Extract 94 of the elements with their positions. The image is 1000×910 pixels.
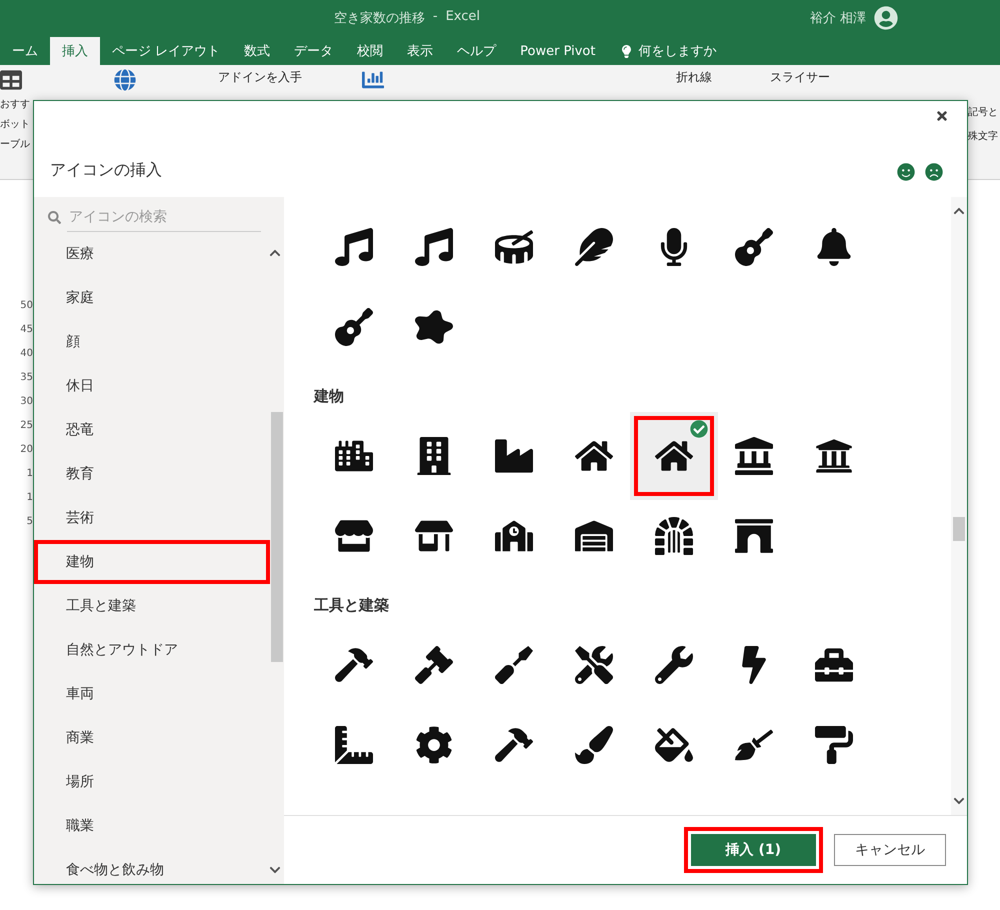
guitar-icon <box>735 228 773 266</box>
ribbon-tab[interactable]: ページ レイアウト <box>100 37 232 65</box>
category-item[interactable]: 場所 <box>34 760 266 804</box>
get-addins-button[interactable]: アドインを入手 <box>218 69 348 86</box>
axis-label: 45 <box>20 324 33 335</box>
ruler-icon <box>335 726 373 764</box>
insert-button[interactable]: 挿入 (1) <box>690 834 816 866</box>
scroll-up-icon[interactable] <box>953 205 965 217</box>
cancel-button[interactable]: キャンセル <box>834 834 946 866</box>
scrollbar-thumb[interactable] <box>271 412 283 662</box>
slicer-button[interactable]: スライサー <box>770 69 920 86</box>
scroll-down-icon[interactable] <box>269 864 281 876</box>
hammer-icon <box>495 726 533 764</box>
feather-icon <box>575 228 613 266</box>
axis-label: 5 <box>26 516 33 527</box>
category-item[interactable]: 食べ物と飲み物 <box>34 848 266 892</box>
bank-icon <box>815 437 853 475</box>
ribbon-label: ーブル <box>0 138 31 151</box>
document-title: 空き家数の推移 <box>334 10 425 26</box>
ribbon-label: 殊文字 <box>968 130 999 143</box>
category-item[interactable]: 顔 <box>34 320 266 364</box>
factory-icon <box>495 437 533 475</box>
frown-icon[interactable] <box>925 163 943 181</box>
ribbon-tab[interactable]: ーム <box>0 37 50 65</box>
dialog-title: アイコンの挿入 <box>50 160 162 181</box>
ribbon-tab[interactable]: データ <box>282 37 346 65</box>
store-icon <box>335 517 373 555</box>
check-icon <box>690 420 708 438</box>
ribbon-label: おすす <box>0 98 31 111</box>
archway-icon <box>735 517 773 555</box>
avatar-icon[interactable] <box>874 6 898 30</box>
lightbulb-icon <box>620 44 632 58</box>
ribbon-label: 記号と <box>968 106 999 119</box>
category-item[interactable]: 教育 <box>34 452 266 496</box>
wrench-icon <box>655 646 693 684</box>
guitar-icon <box>335 308 373 346</box>
scroll-up-icon[interactable] <box>269 247 281 259</box>
section-heading: 建物 <box>314 387 345 406</box>
bell-icon <box>815 228 853 266</box>
drum-icon <box>495 228 533 266</box>
paint-roller-icon <box>815 726 853 764</box>
scroll-down-icon[interactable] <box>953 795 965 807</box>
axis-label: 1 <box>26 468 33 479</box>
category-item[interactable]: 職業 <box>34 804 266 848</box>
category-item[interactable]: 芸術 <box>34 496 266 540</box>
user-name: 裕介 相澤 <box>810 10 866 26</box>
section-heading: 工具と建築 <box>314 596 390 615</box>
axis-label: 30 <box>20 396 33 407</box>
screwdriver-icon <box>495 646 533 684</box>
category-item[interactable]: 商業 <box>34 716 266 760</box>
tools-icon <box>575 646 613 684</box>
axis-label: 20 <box>20 444 33 455</box>
gear-icon <box>415 726 453 764</box>
category-item[interactable]: 工具と建築 <box>34 584 266 628</box>
axis-label: 50 <box>20 300 33 311</box>
tell-me-search[interactable]: 何をしますか <box>608 37 728 65</box>
category-item[interactable]: 家庭 <box>34 276 266 320</box>
line-sparkline-button[interactable]: 折れ線 <box>676 69 756 86</box>
ribbon-label: ボット <box>0 118 31 131</box>
ribbon-tab[interactable]: ヘルプ <box>445 37 508 65</box>
toolbox-icon <box>815 646 853 684</box>
music-note-icon <box>415 228 453 266</box>
splotch-icon <box>415 308 453 346</box>
paint-bucket-icon <box>655 726 693 764</box>
ribbon-tab[interactable]: 挿入 <box>50 37 100 65</box>
landmark-icon <box>735 437 773 475</box>
gavel-icon <box>415 646 453 684</box>
title-separator: - <box>432 8 438 26</box>
category-item[interactable]: 休日 <box>34 364 266 408</box>
icon-tile[interactable] <box>630 412 718 500</box>
ribbon-tab[interactable]: 表示 <box>395 37 446 65</box>
axis-label: 35 <box>20 372 33 383</box>
building-icon <box>415 437 453 475</box>
close-icon[interactable] <box>935 109 949 123</box>
app-name: Excel <box>446 8 480 26</box>
search-field[interactable]: アイコンの検索 <box>67 203 261 232</box>
ribbon-tab[interactable]: 数式 <box>232 37 282 65</box>
tower-icon <box>655 517 693 555</box>
paintbrush-icon <box>575 726 613 764</box>
category-item[interactable]: 車両 <box>34 672 266 716</box>
ribbon-tab[interactable]: 校閲 <box>345 37 396 65</box>
ribbon-tab[interactable]: Power Pivot <box>508 37 608 65</box>
category-item[interactable]: 恐竜 <box>34 408 266 452</box>
smile-icon[interactable] <box>897 163 915 181</box>
axis-label: 40 <box>20 348 33 359</box>
hammer-icon <box>335 646 373 684</box>
search-icon <box>48 211 61 224</box>
axis-label: 1 <box>26 492 33 503</box>
category-item[interactable]: 自然とアウトドア <box>34 628 266 672</box>
category-item[interactable]: 医療 <box>34 232 266 276</box>
scrollbar-thumb[interactable] <box>953 517 965 541</box>
axis-label: 25 <box>20 420 33 431</box>
category-item[interactable]: 建物 <box>34 540 270 584</box>
music-note-icon <box>335 228 373 266</box>
